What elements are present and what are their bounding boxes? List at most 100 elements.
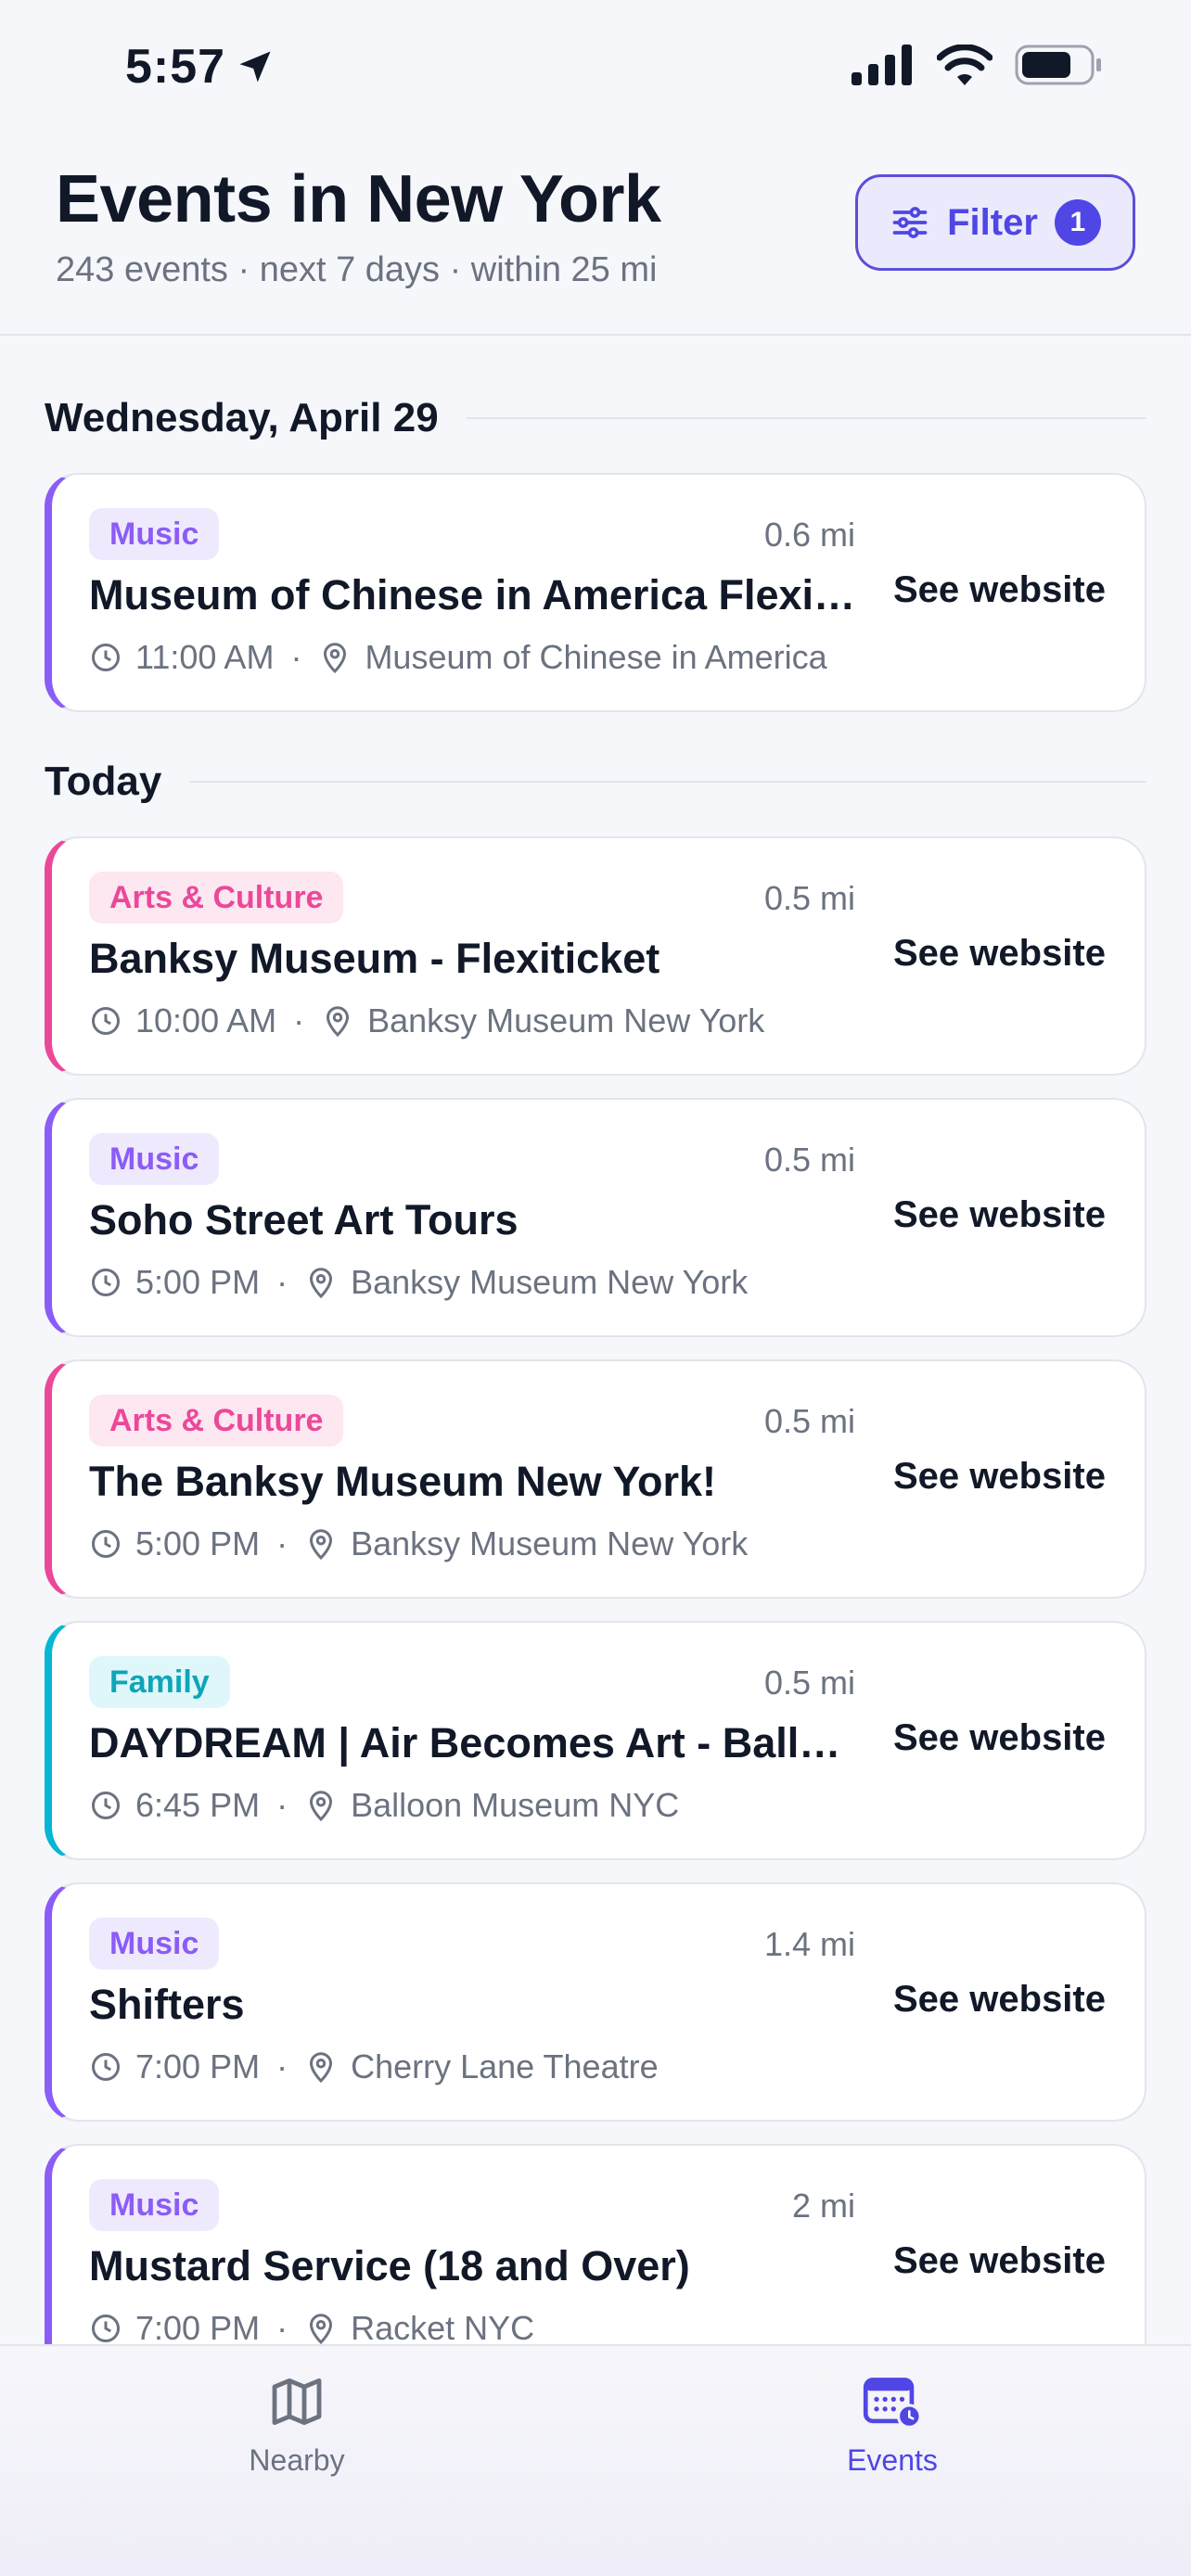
event-title: Museum of Chinese in America Flexiticket [89,571,859,618]
location-pin-icon [327,1006,350,1038]
category-tag: Music [89,2179,220,2231]
map-icon [272,2378,322,2426]
clock-icon [92,1792,120,1819]
tab-nearby[interactable]: Nearby [176,2372,417,2478]
event-time: 7:00 PM [135,2047,261,2085]
event-distance: 0.6 mi [763,516,855,554]
battery-icon [1015,45,1101,85]
clock-icon [92,1007,120,1035]
tab-bar: Nearby Events [0,2344,1191,2576]
see-website-link[interactable]: See website [893,2240,1106,2282]
page-header: Events in New York 243 events · next 7 d… [0,139,1191,336]
category-tag: Music [89,508,220,560]
location-pin-icon [310,1791,333,1822]
meta-separator: · [276,2047,288,2085]
event-time: 10:00 AM [135,1001,277,1039]
category-tag: Music [89,1918,220,1970]
event-meta: 7:00 PM · Racket NYC [89,2309,534,2344]
event-time: 7:00 PM [135,2309,261,2344]
event-meta: 5:00 PM · Banksy Museum New York [89,1524,748,1563]
see-website-link[interactable]: See website [893,1456,1106,1498]
section-divider [466,417,1146,419]
tab-label: Nearby [249,2443,345,2477]
event-meta: 5:00 PM · Banksy Museum New York [89,1263,748,1302]
meta-separator: · [293,1001,305,1039]
event-card[interactable]: Arts & Culture 0.5 mi Banksy Museum - Fl… [45,836,1146,1076]
event-meta: 10:00 AM · Banksy Museum New York [89,1001,764,1040]
event-time: 5:00 PM [135,1524,261,1562]
meta-separator: · [276,1524,288,1562]
page-subtitle: 243 events · next 7 days · within 25 mi [56,250,658,289]
see-website-link[interactable]: See website [893,933,1106,975]
location-pin-icon [310,2052,333,2084]
status-time: 5:57 [125,39,275,95]
meta-separator: · [290,638,302,676]
event-venue: Balloon Museum NYC [351,1786,680,1824]
section-title: Wednesday, April 29 [45,395,439,440]
filter-button[interactable]: Filter 1 [855,174,1135,271]
filter-count-badge: 1 [1054,199,1101,246]
event-meta: 11:00 AM · Museum of Chinese in America [89,638,827,677]
page-title: Events in New York [56,162,661,236]
location-pin-icon [310,1529,333,1561]
clock-icon [92,644,120,671]
section-title: Today [45,759,162,804]
event-title: DAYDREAM | Air Becomes Art - Balloon Mus… [89,1719,859,1766]
event-venue: Racket NYC [351,2309,535,2344]
event-venue: Banksy Museum New York [367,1001,765,1039]
tab-label: Events [847,2443,938,2477]
section-header: Today [45,749,1146,814]
status-icons [852,45,1102,85]
status-time-text: 5:57 [125,40,226,94]
see-website-link[interactable]: See website [893,1717,1106,1759]
event-card[interactable]: Music 1.4 mi Shifters 7:00 PM · Cherry L… [45,1882,1146,2122]
calendar-icon [863,2378,922,2429]
event-distance: 0.5 mi [763,1402,855,1440]
event-distance: 1.4 mi [763,1925,855,1963]
event-title: Mustard Service (18 and Over) [89,2242,690,2289]
clock-icon [92,2053,120,2081]
filter-label: Filter [947,201,1038,243]
location-pin-icon [310,1268,333,1299]
event-venue: Banksy Museum New York [351,1524,749,1562]
location-pin-icon [324,643,347,674]
location-pin-icon [310,2314,333,2344]
event-distance: 0.5 mi [763,1141,855,1179]
section-divider [189,781,1146,783]
meta-separator: · [276,1263,288,1301]
status-bar: 5:57 [0,0,1191,139]
event-card[interactable]: Arts & Culture 0.5 mi The Banksy Museum … [45,1359,1146,1599]
see-website-link[interactable]: See website [893,569,1106,611]
event-title: Shifters [89,1981,245,2028]
event-card[interactable]: Music 2 mi Mustard Service (18 and Over)… [45,2144,1146,2344]
clock-icon [92,1269,120,1296]
clock-icon [92,1530,120,1558]
meta-separator: · [276,2309,288,2344]
event-card[interactable]: Music 0.5 mi Soho Street Art Tours 5:00 … [45,1098,1146,1337]
category-tag: Family [89,1656,230,1708]
cellular-signal-icon [852,45,912,85]
event-title: The Banksy Museum New York! [89,1458,717,1505]
location-arrow-icon [239,51,271,83]
event-list[interactable]: Wednesday, April 29 Music 0.6 mi Museum … [0,338,1191,2344]
meta-separator: · [276,1786,288,1824]
category-tag: Music [89,1133,220,1185]
event-meta: 7:00 PM · Cherry Lane Theatre [89,2047,659,2086]
event-distance: 2 mi [791,2187,855,2225]
category-tag: Arts & Culture [89,1395,344,1447]
see-website-link[interactable]: See website [893,1194,1106,1236]
see-website-link[interactable]: See website [893,1979,1106,2021]
event-card[interactable]: Music 0.6 mi Museum of Chinese in Americ… [45,473,1146,712]
event-title: Soho Street Art Tours [89,1196,519,1243]
event-venue: Cherry Lane Theatre [351,2047,659,2085]
event-card[interactable]: Family 0.5 mi DAYDREAM | Air Becomes Art… [45,1621,1146,1860]
tab-events[interactable]: Events [772,2372,1013,2478]
event-venue: Museum of Chinese in America [365,638,827,676]
category-tag: Arts & Culture [89,872,344,924]
event-distance: 0.5 mi [763,1664,855,1702]
section-header: Wednesday, April 29 [45,386,1146,451]
event-time: 5:00 PM [135,1263,261,1301]
sliders-icon [892,207,928,238]
event-time: 6:45 PM [135,1786,261,1824]
event-meta: 6:45 PM · Balloon Museum NYC [89,1786,679,1825]
